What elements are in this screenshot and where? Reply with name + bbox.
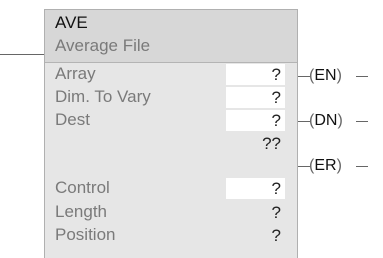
param-value-dest[interactable]: ? (226, 110, 285, 131)
param-value-dim-to-vary[interactable]: ? (226, 87, 285, 108)
coil-close-paren: ) (336, 157, 342, 174)
instruction-name: AVE (55, 13, 88, 32)
en-output-label: EN (314, 67, 337, 84)
er-output-label: ER (314, 157, 337, 174)
rung-input-wire (0, 54, 44, 55)
param-value-array[interactable]: ? (226, 64, 285, 85)
param-label-dest: Dest (55, 110, 90, 129)
param-label-position: Position (55, 225, 116, 244)
er-wire-right (356, 166, 368, 167)
en-wire-right (356, 76, 368, 77)
param-label-dim-to-vary: Dim. To Vary (55, 87, 151, 106)
en-output-coil[interactable]: (EN) (309, 65, 342, 87)
instruction-header: AVE Average File (45, 10, 297, 63)
param-label-array: Array (55, 64, 96, 83)
dn-output-label: DN (314, 112, 338, 129)
param-value-length[interactable]: ? (226, 202, 285, 223)
instruction-description: Average File (55, 36, 151, 55)
coil-close-paren: ) (337, 112, 343, 129)
ave-instruction-block[interactable]: AVE Average File Array ? Dim. To Vary ? … (44, 9, 298, 258)
param-label-length: Length (55, 202, 107, 221)
param-label-control: Control (55, 178, 110, 197)
coil-close-paren: ) (336, 67, 342, 84)
param-value-control[interactable]: ? (226, 178, 285, 199)
param-value-dest-value: ?? (262, 134, 281, 153)
dn-output-coil[interactable]: (DN) (309, 110, 343, 132)
er-output-coil[interactable]: (ER) (309, 155, 342, 177)
dn-wire-right (356, 121, 368, 122)
param-value-position[interactable]: ? (226, 225, 285, 246)
